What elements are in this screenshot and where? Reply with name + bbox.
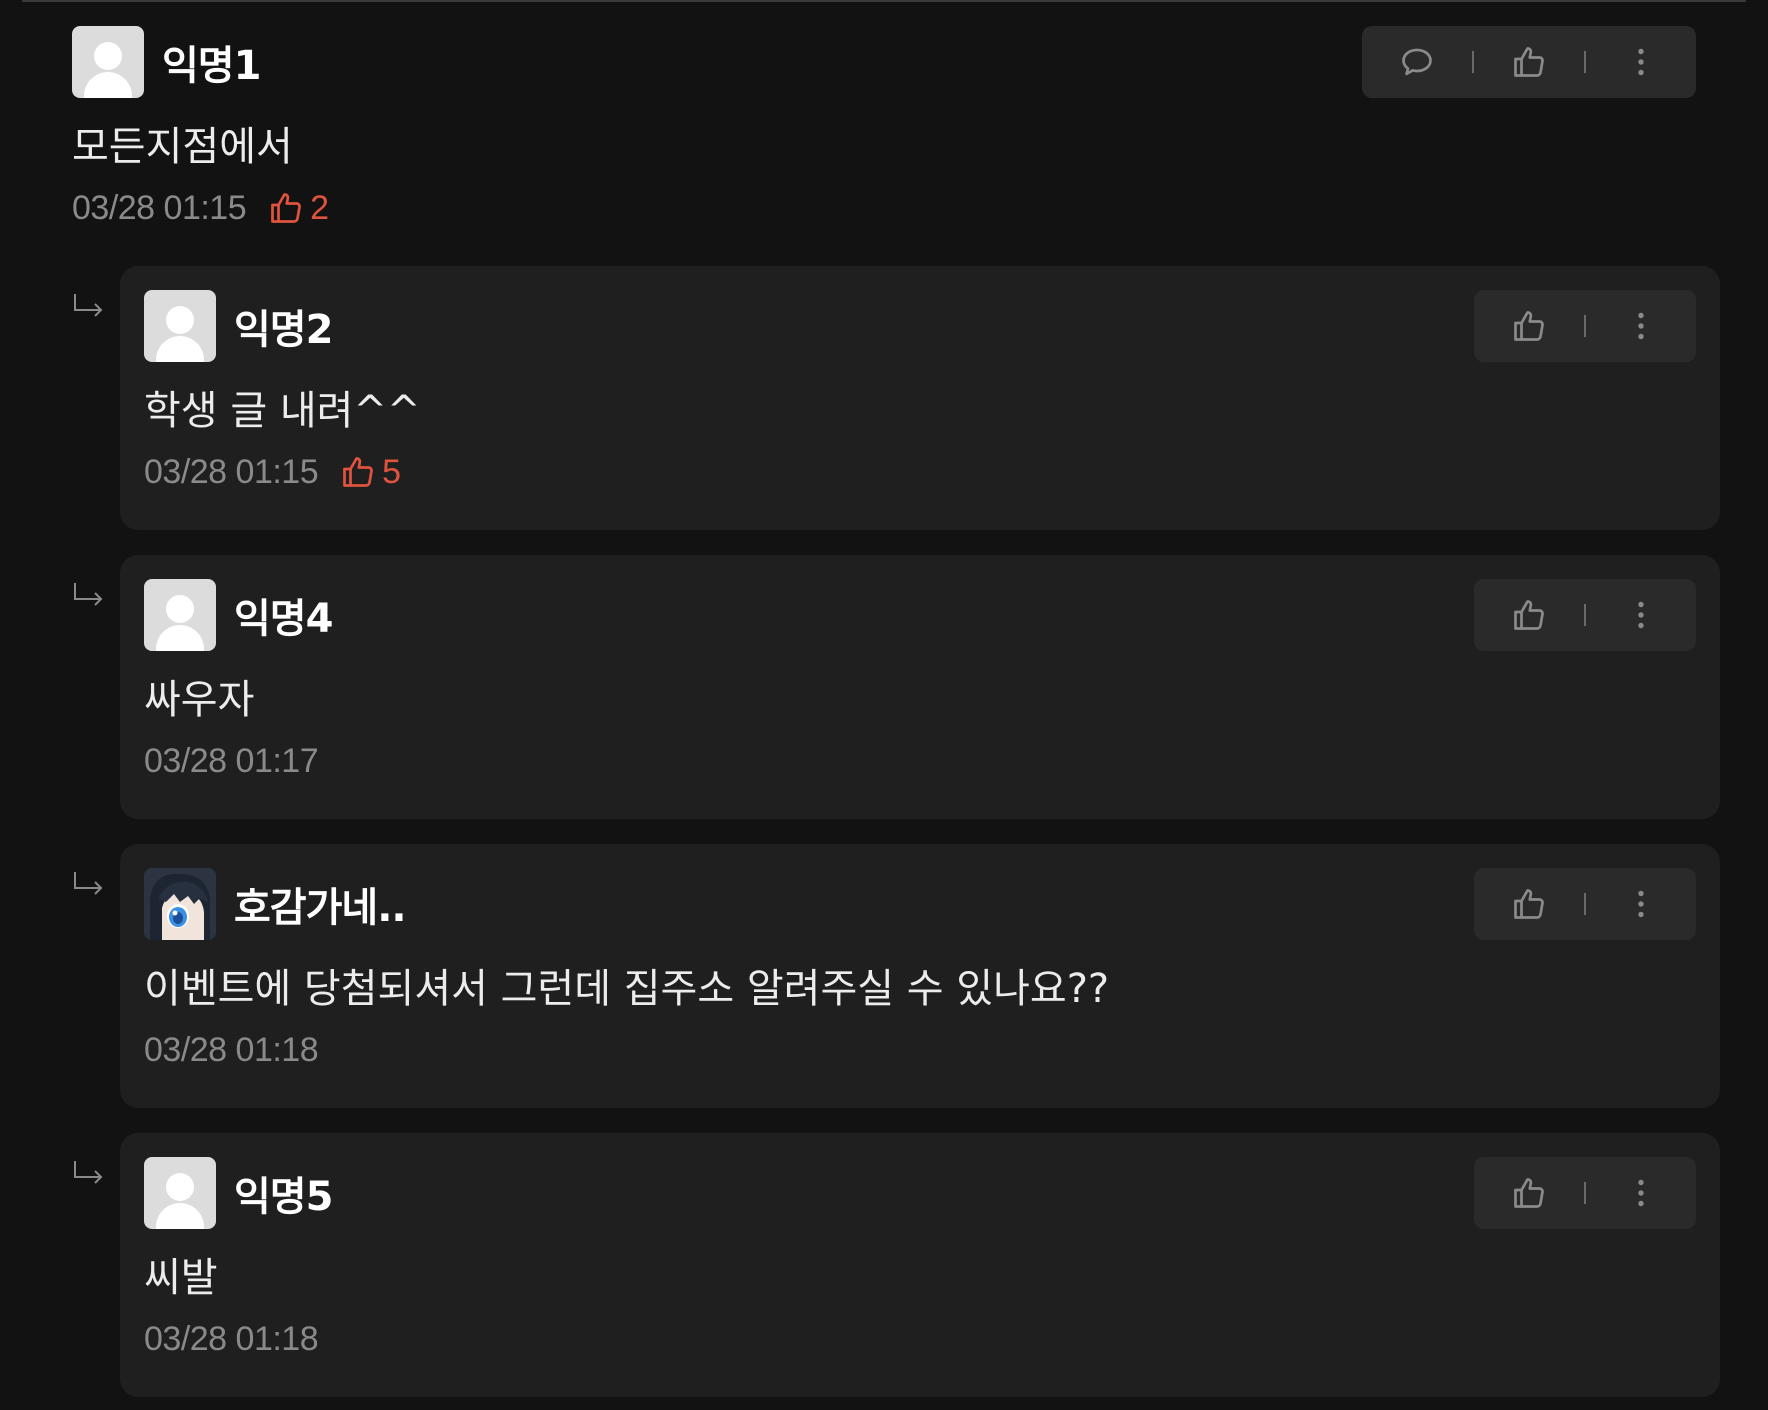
comment-item: 익명1 모든지점에서 03/28 01:15 2 bbox=[72, 26, 1696, 256]
like-count: 5 bbox=[340, 452, 401, 492]
comment-action-bar bbox=[1474, 579, 1696, 651]
comment-timestamp: 03/28 01:18 bbox=[144, 1319, 319, 1358]
avatar bbox=[72, 26, 144, 98]
reply-card: 익명5 씨발 03/28 01:18 bbox=[120, 1133, 1720, 1397]
action-separator bbox=[1584, 315, 1586, 337]
comment-header: 익명2 bbox=[144, 290, 333, 362]
thumbs-up-icon bbox=[1514, 889, 1544, 919]
more-options-button[interactable] bbox=[1604, 290, 1678, 362]
action-separator bbox=[1584, 51, 1586, 73]
like-count-value: 5 bbox=[382, 452, 401, 491]
more-options-button[interactable] bbox=[1604, 579, 1678, 651]
reply-arrow-icon bbox=[74, 583, 103, 606]
comment-meta: 03/28 01:15 2 bbox=[72, 186, 329, 230]
anime-character-icon bbox=[144, 868, 216, 940]
comment-text: 씨발 bbox=[144, 1255, 218, 1301]
vertical-ellipsis-icon bbox=[1638, 890, 1644, 918]
thumbs-up-icon bbox=[1514, 311, 1544, 341]
comment-meta: 03/28 01:17 bbox=[144, 739, 319, 783]
more-options-button[interactable] bbox=[1604, 868, 1678, 940]
more-options-button[interactable] bbox=[1604, 26, 1678, 98]
comment-header: 익명1 bbox=[72, 26, 261, 98]
author-name: 익명1 bbox=[162, 43, 261, 89]
like-button[interactable] bbox=[1492, 26, 1566, 98]
thumbs-up-icon bbox=[1514, 1178, 1544, 1208]
action-separator bbox=[1472, 51, 1474, 73]
comment-header: 호감가네.. bbox=[144, 868, 407, 940]
like-button[interactable] bbox=[1492, 1157, 1566, 1229]
author-name: 익명2 bbox=[234, 307, 333, 353]
reply-arrow-icon bbox=[74, 294, 103, 317]
action-separator bbox=[1584, 893, 1586, 915]
vertical-ellipsis-icon bbox=[1638, 48, 1644, 76]
thumbs-up-icon bbox=[1514, 47, 1544, 77]
reply-item: 익명4 싸우자 03/28 01:17 bbox=[0, 555, 1768, 819]
reply-card: 호감가네.. 이벤트에 당첨되셔서 그런데 집주소 알려주실 수 있나요?? 0… bbox=[120, 844, 1720, 1108]
reply-item: 호감가네.. 이벤트에 당첨되셔서 그런데 집주소 알려주실 수 있나요?? 0… bbox=[0, 844, 1768, 1108]
comment-action-bar bbox=[1474, 868, 1696, 940]
thumbs-up-icon bbox=[343, 457, 373, 487]
comment-meta: 03/28 01:18 bbox=[144, 1028, 319, 1072]
avatar bbox=[144, 290, 216, 362]
reply-button[interactable] bbox=[1380, 26, 1454, 98]
vertical-ellipsis-icon bbox=[1638, 601, 1644, 629]
like-count-value: 2 bbox=[310, 188, 329, 227]
reply-item: 익명5 씨발 03/28 01:18 bbox=[0, 1133, 1768, 1397]
comment-action-bar bbox=[1474, 290, 1696, 362]
thumbs-up-icon bbox=[1514, 600, 1544, 630]
comment-text: 싸우자 bbox=[144, 677, 255, 723]
comment-text: 모든지점에서 bbox=[72, 124, 293, 170]
vertical-ellipsis-icon bbox=[1638, 1179, 1644, 1207]
action-separator bbox=[1584, 604, 1586, 626]
comment-action-bar bbox=[1474, 1157, 1696, 1229]
author-name: 익명4 bbox=[234, 596, 333, 642]
comment-meta: 03/28 01:18 bbox=[144, 1317, 319, 1361]
more-options-button[interactable] bbox=[1604, 1157, 1678, 1229]
action-separator bbox=[1584, 1182, 1586, 1204]
comment-timestamp: 03/28 01:17 bbox=[144, 741, 319, 780]
reply-item: 익명2 학생 글 내려^^ 03/28 01:15 5 bbox=[0, 266, 1768, 530]
author-name: 호감가네.. bbox=[234, 885, 407, 931]
thumbs-up-icon bbox=[271, 193, 301, 223]
avatar bbox=[144, 579, 216, 651]
like-count: 2 bbox=[268, 188, 329, 228]
reply-arrow-icon bbox=[74, 1161, 103, 1184]
comment-text: 이벤트에 당첨되셔서 그런데 집주소 알려주실 수 있나요?? bbox=[144, 966, 1110, 1012]
comment-header: 익명4 bbox=[144, 579, 333, 651]
speech-bubble-icon bbox=[1402, 48, 1432, 76]
comment-action-bar bbox=[1362, 26, 1696, 98]
avatar bbox=[144, 1157, 216, 1229]
vertical-ellipsis-icon bbox=[1638, 312, 1644, 340]
comment-timestamp: 03/28 01:18 bbox=[144, 1030, 319, 1069]
comment-header: 익명5 bbox=[144, 1157, 333, 1229]
reply-card: 익명2 학생 글 내려^^ 03/28 01:15 5 bbox=[120, 266, 1720, 530]
reply-arrow-icon bbox=[74, 872, 103, 895]
reply-card: 익명4 싸우자 03/28 01:17 bbox=[120, 555, 1720, 819]
comment-timestamp: 03/28 01:15 bbox=[72, 188, 247, 227]
comment-timestamp: 03/28 01:15 bbox=[144, 452, 319, 491]
like-button[interactable] bbox=[1492, 868, 1566, 940]
like-button[interactable] bbox=[1492, 290, 1566, 362]
comment-thread: 익명1 모든지점에서 03/28 01:15 2 익명2 학생 글 내려^^ 0… bbox=[0, 0, 1768, 1410]
comment-meta: 03/28 01:15 5 bbox=[144, 450, 401, 494]
anime-character-avatar bbox=[144, 868, 216, 940]
comment-text: 학생 글 내려^^ bbox=[144, 388, 421, 434]
author-name: 익명5 bbox=[234, 1174, 333, 1220]
like-button[interactable] bbox=[1492, 579, 1566, 651]
